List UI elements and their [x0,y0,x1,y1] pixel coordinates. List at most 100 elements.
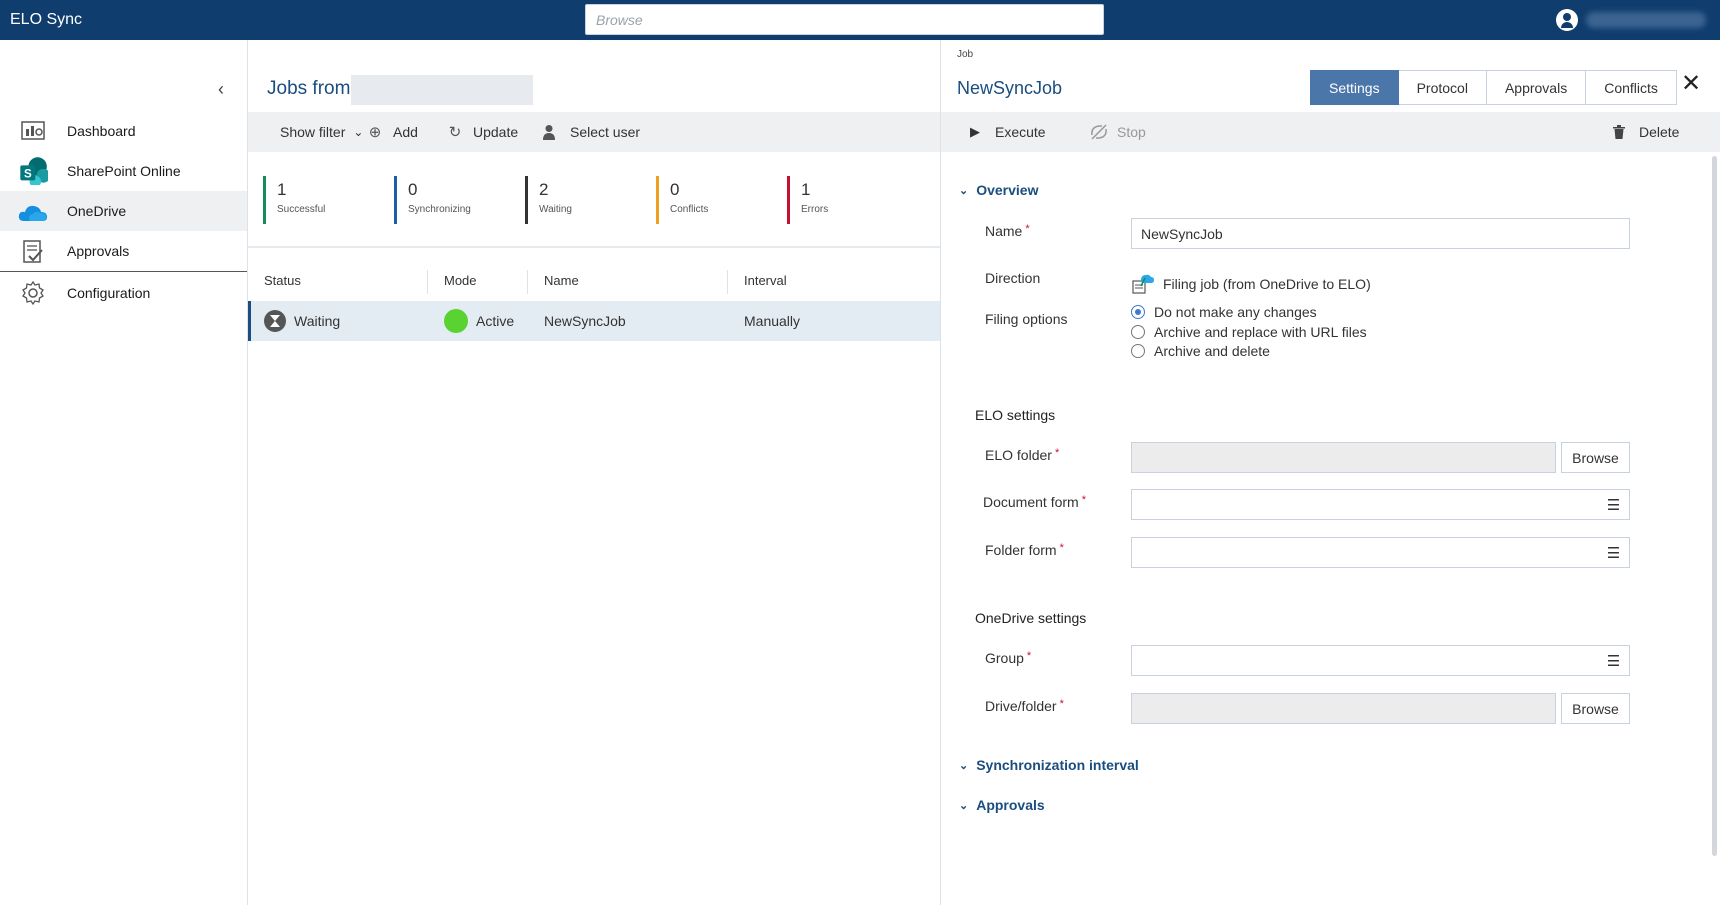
search-input[interactable] [585,4,1104,35]
approvals-section-header[interactable]: ⌄ Approvals [959,797,1045,813]
sidebar-item-sharepoint-online[interactable]: S SharePoint Online [0,151,247,191]
job-stats: 1 Successful 0 Synchronizing 2 Waiting 0… [248,152,940,248]
sidebar-item-approvals[interactable]: Approvals [0,231,247,271]
radio-button[interactable] [1131,305,1145,319]
direction-value: Filing job (from OneDrive to ELO) [1131,273,1371,295]
column-divider[interactable] [527,270,528,294]
group-label-text: Group [985,650,1024,666]
delete-button[interactable]: Delete [1613,112,1679,152]
stat-caption: Synchronizing [408,204,471,215]
column-header-mode[interactable]: Mode [444,262,477,300]
jobs-panel: Jobs from Show filter ⌄ ⊕ Add ↻ Update S… [248,40,940,905]
elo-folder-label: ELO folder * [985,447,1059,463]
elo-folder-field[interactable] [1131,442,1556,473]
stat-synchronizing[interactable]: 0 Synchronizing [394,176,471,224]
delete-label: Delete [1639,124,1680,140]
folder-form-list-button[interactable]: ☰ [1598,537,1630,568]
svg-text:S: S [24,169,32,181]
name-cell: NewSyncJob [544,313,626,329]
column-header-name[interactable]: Name [544,262,579,300]
filing-option-archive-replace[interactable]: Archive and replace with URL files [1131,324,1367,340]
filing-options-label: Filing options [985,311,1068,327]
add-button[interactable]: ⊕ Add [367,112,418,152]
select-user-label: Select user [570,124,641,140]
top-bar: ELO Sync [0,0,1720,40]
table-row[interactable]: Waiting Active NewSyncJob Manually [248,301,940,341]
tab-settings[interactable]: Settings [1310,70,1399,105]
refresh-icon: ↻ [448,124,462,141]
filing-option-no-changes[interactable]: Do not make any changes [1131,304,1317,320]
required-marker: * [1059,542,1064,554]
stat-bar [787,176,790,224]
stat-waiting[interactable]: 2 Waiting [525,176,572,224]
close-icon[interactable]: ✕ [1679,72,1703,96]
drive-folder-label: Drive/folder * [985,698,1064,714]
stop-button[interactable]: Stop [1089,112,1146,152]
user-icon[interactable] [1556,9,1578,31]
mode-cell: Active [444,301,514,341]
tab-conflicts[interactable]: Conflicts [1586,70,1677,105]
execute-button[interactable]: ▶ Execute [967,112,1046,152]
overview-section-header[interactable]: ⌄ Overview [959,182,1038,198]
document-form-field[interactable] [1131,489,1599,520]
required-marker: * [1054,447,1060,459]
folder-form-field[interactable] [1131,537,1599,568]
filing-job-icon [1132,274,1154,294]
required-marker: * [1059,698,1064,710]
filing-option-archive-delete[interactable]: Archive and delete [1131,343,1270,359]
group-list-button[interactable]: ☰ [1598,645,1630,676]
sharepoint-icon: S [20,157,48,185]
play-icon: ▶ [970,124,980,139]
gear-icon [22,280,44,306]
show-filter-button[interactable]: Show filter ⌄ [280,112,363,152]
stat-successful[interactable]: 1 Successful [263,176,325,224]
drive-folder-browse-button[interactable]: Browse [1561,693,1630,724]
radio-label: Archive and replace with URL files [1154,324,1367,340]
tab-approvals[interactable]: Approvals [1486,70,1587,105]
name-field-label: Name * [985,223,1030,239]
synchronization-interval-section-header[interactable]: ⌄ Synchronization interval [959,757,1139,773]
radio-label: Do not make any changes [1154,304,1317,320]
tab-protocol[interactable]: Protocol [1398,70,1487,105]
stat-conflicts[interactable]: 0 Conflicts [656,176,708,224]
column-header-interval[interactable]: Interval [744,262,787,300]
chevron-down-icon: ⌄ [959,799,969,812]
collapse-sidebar-button[interactable]: ‹ [210,78,232,100]
elo-folder-browse-button[interactable]: Browse [1561,442,1630,473]
drive-folder-field[interactable] [1131,693,1556,724]
column-header-status[interactable]: Status [264,262,301,300]
mode-text: Active [476,313,515,329]
job-label: Job [957,49,974,60]
list-icon: ☰ [1606,496,1621,514]
sidebar-item-dashboard[interactable]: Dashboard [0,111,247,151]
radio-button[interactable] [1131,325,1145,339]
update-button[interactable]: ↻ Update [447,112,518,152]
stat-bar [394,176,397,224]
sidebar-divider [0,271,247,272]
name-field[interactable] [1131,218,1630,249]
hourglass-icon [264,310,286,332]
select-user-button[interactable]: Select user [542,112,640,152]
stat-errors[interactable]: 1 Errors [787,176,828,224]
plus-circle-icon: ⊕ [368,124,382,141]
job-title: NewSyncJob [957,78,1063,98]
stat-value: 1 [801,180,811,199]
sidebar-item-label: Configuration [67,285,151,301]
stat-value: 1 [277,180,287,199]
radio-button[interactable] [1131,344,1145,358]
sidebar-item-label: Approvals [67,243,130,259]
sidebar-item-configuration[interactable]: Configuration [0,273,247,313]
document-form-list-button[interactable]: ☰ [1598,489,1630,520]
stat-bar [656,176,659,224]
approvals-icon [23,240,43,263]
dashboard-icon [21,121,45,140]
user-name[interactable] [1586,12,1706,28]
scrollbar[interactable] [1712,156,1717,856]
group-field[interactable] [1131,645,1599,676]
stat-bar [263,176,266,224]
stat-caption: Successful [277,204,326,215]
sidebar-item-onedrive[interactable]: OneDrive [0,191,247,231]
column-divider[interactable] [427,270,428,294]
synchronization-interval-title: Synchronization interval [976,757,1139,773]
column-divider[interactable] [727,270,728,294]
